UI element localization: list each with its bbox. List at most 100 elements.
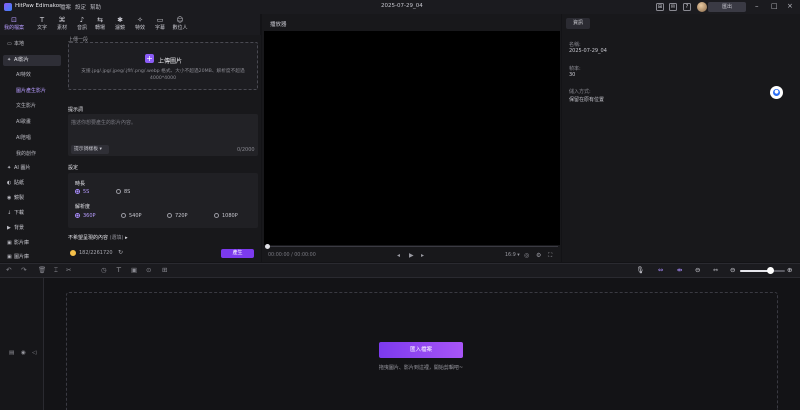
chevron-right-icon: ▸ [125, 235, 128, 241]
menu-settings[interactable]: 設定 [75, 3, 86, 11]
layout-icon[interactable]: ⊞ [656, 3, 664, 11]
settings-box [68, 173, 258, 228]
play-icon[interactable]: ▶ [409, 252, 414, 259]
message-icon[interactable]: ✉ [669, 3, 677, 11]
microphone-icon[interactable]: 🎙 [636, 266, 644, 274]
tool-effects[interactable]: ✧ 特效 [130, 15, 150, 34]
delete-icon[interactable]: 🗑 [38, 266, 46, 274]
sidebar-item-ai-video[interactable]: ✦ AI影片 [3, 55, 61, 66]
track-mute-icon[interactable]: ◁ [32, 350, 36, 356]
prompt-label: 提示詞 [68, 107, 84, 113]
redo-icon[interactable]: ↷ [21, 266, 26, 274]
image-library-icon: ▣ [7, 254, 12, 260]
link-icon[interactable]: ⇔ [658, 266, 663, 274]
music-icon: ♪ [79, 16, 85, 24]
settings-label: 設定 [68, 165, 79, 171]
tool-digital-human[interactable]: ☺ 數位人 [170, 15, 190, 34]
maximize-icon[interactable]: □ [771, 2, 778, 10]
freeze-icon[interactable]: ⊙ [146, 266, 151, 274]
sidebar-sub-ai-song[interactable]: AI歌畫 [16, 118, 31, 125]
sticker-icon: ◐ [7, 180, 12, 186]
name-value: 2025-07-29_04 [569, 48, 607, 54]
sidebar-sub-ai-effects[interactable]: AI特效 [16, 71, 31, 78]
zoom-out-icon[interactable]: ⊖ [730, 266, 735, 274]
sidebar-item-background[interactable]: ▶ 背景 [3, 223, 61, 234]
tool-filters[interactable]: ✱ 濾鏡 [110, 15, 130, 34]
tool-materials[interactable]: ⌘ 素材 [52, 15, 72, 34]
effects-icon: ✧ [137, 16, 143, 24]
text-to-speech-icon[interactable]: ⊤ [116, 266, 122, 274]
time-display: 00:00:00 / 00:00:00 [268, 253, 316, 258]
tool-audio[interactable]: ♪ 音訊 [72, 15, 92, 34]
import-file-button[interactable]: 匯入檔案 [379, 342, 463, 358]
download-icon: ↓ [7, 210, 12, 216]
folder-icon: ⊡ [11, 16, 17, 24]
sidebar-item-local[interactable]: ▭ 本地 [3, 39, 61, 50]
subtitle-icon: ▭ [156, 16, 164, 24]
track-lock-icon[interactable]: ▤ [9, 350, 14, 356]
sidebar-item-image-library[interactable]: ▣ 圖片庫 [3, 252, 61, 263]
video-library-icon: ▣ [7, 240, 12, 246]
prev-frame-icon[interactable]: ◂ [397, 252, 400, 259]
assistant-icon: ● [773, 89, 780, 96]
sidebar-sub-ai-singing[interactable]: AI陪唱 [16, 134, 31, 141]
minimize-icon[interactable]: – [755, 2, 759, 10]
fullscreen-icon[interactable]: ⛶ [548, 252, 552, 260]
save-mode-label: 儲入方式: [569, 89, 591, 95]
mirror-icon[interactable]: ⊞ [162, 266, 167, 274]
sidebar-sub-my-creations[interactable]: 我的創作 [16, 150, 36, 157]
avatar[interactable] [697, 2, 707, 12]
speed-icon[interactable]: ◷ [101, 266, 107, 274]
sidebar-sub-text-to-video[interactable]: 文生影片 [16, 102, 36, 109]
mask-icon[interactable]: ▣ [131, 266, 137, 274]
tool-text[interactable]: T 文字 [32, 15, 52, 34]
fit-icon[interactable]: ⇿ [713, 266, 718, 274]
help-icon[interactable]: ? [683, 3, 691, 11]
tab-info[interactable]: 資訊 [566, 18, 590, 29]
export-button[interactable]: 匯出 [708, 2, 746, 12]
next-frame-icon[interactable]: ▸ [421, 252, 424, 259]
refresh-icon[interactable]: ↻ [118, 249, 123, 256]
sidebar-item-ai-image[interactable]: ✦ AI 圖片 [3, 163, 61, 174]
upload-hint: 支援.jpg/.jpg/.jpeg/.jfif/.png/.webp 格式、大小… [81, 69, 245, 81]
upload-dropzone[interactable] [68, 42, 258, 90]
resolution-label: 解析度 [75, 204, 91, 210]
split-icon[interactable]: ⌶ [54, 266, 58, 275]
tool-subtitles[interactable]: ▭ 字幕 [150, 15, 170, 34]
assistant-button[interactable]: ● [770, 86, 783, 99]
transition-icon: ⇆ [97, 16, 103, 24]
upload-image-button[interactable]: 上傳圖片 [158, 56, 182, 65]
menu-file[interactable]: 檔案 [60, 3, 71, 11]
radio-icon [75, 213, 80, 218]
sidebar-item-download[interactable]: ↓ 下載 [3, 208, 61, 219]
crop-icon[interactable]: ✂ [66, 266, 71, 274]
zoom-in-icon[interactable]: ⊕ [787, 266, 792, 274]
sidebar-item-record[interactable]: ◉ 鏡製 [3, 193, 61, 204]
negative-prompt-toggle[interactable]: 不希望呈現的內容 (選填) ▸ [68, 234, 128, 241]
close-icon[interactable]: × [787, 2, 793, 10]
screenshot-icon[interactable]: ◎ [524, 252, 529, 259]
player-title: 播放器 [270, 22, 287, 28]
track-link-icon[interactable]: ⊖ [695, 266, 700, 274]
tool-transitions[interactable]: ⇆ 轉場 [90, 15, 110, 34]
undo-icon[interactable]: ↶ [6, 266, 11, 274]
settings-icon[interactable]: ⚙ [536, 252, 541, 259]
progress-knob[interactable] [265, 244, 270, 249]
tool-my-files[interactable]: ⊡ 我的檔案 [4, 15, 24, 34]
save-mode-value: 保留在原有位置 [569, 97, 605, 103]
generate-button[interactable]: 產生 [221, 249, 254, 258]
sidebar-item-video-library[interactable]: ▣ 影片庫 [3, 238, 61, 249]
sidebar-item-stickers[interactable]: ◐ 貼紙 [3, 178, 61, 189]
snap-icon[interactable]: ⇹ [677, 266, 682, 274]
prompt-template-dropdown[interactable]: 提示詞樣板 ▾ [71, 145, 109, 154]
sidebar-sub-image-to-video[interactable]: 圖片產生影片 [16, 87, 46, 94]
menu-help[interactable]: 幫助 [90, 3, 101, 11]
track-visible-icon[interactable]: ◉ [21, 350, 26, 356]
progress-track[interactable] [268, 246, 558, 247]
plus-icon[interactable]: + [145, 54, 154, 63]
aspect-ratio-select[interactable]: 16:9 ▾ [505, 253, 520, 258]
char-counter: 0/2000 [237, 147, 255, 153]
materials-icon: ⌘ [58, 16, 66, 24]
prompt-placeholder: 描述你想要產生的影片內容。 [71, 120, 137, 126]
window-title: 2025-07-29_04 [381, 3, 423, 9]
